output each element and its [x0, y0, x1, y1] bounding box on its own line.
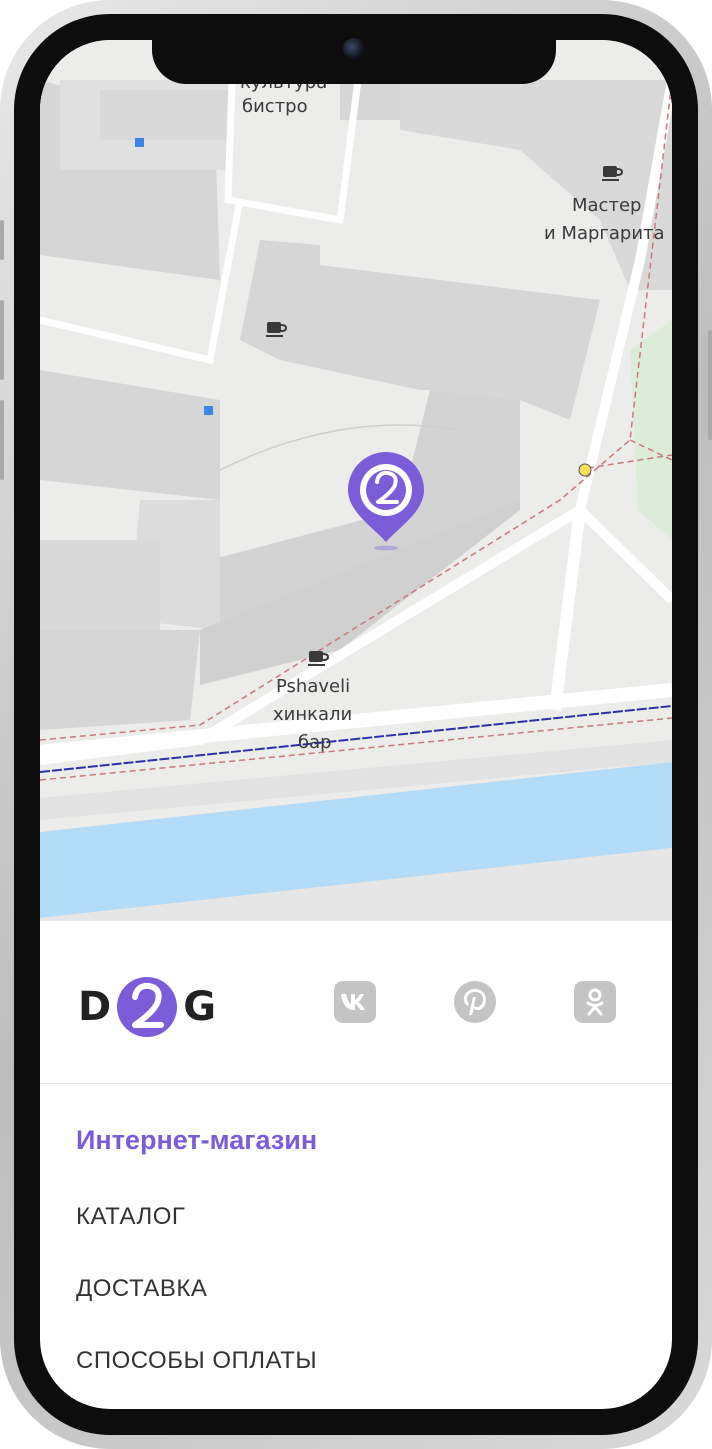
map-label-bar: бар: [298, 732, 332, 753]
screen: культура бистро Мастер и Маргарита Pshav…: [40, 40, 672, 1409]
map-label-margarita: и Маргарита: [544, 223, 665, 244]
map-label-khinkali: хинкали: [273, 704, 352, 725]
menu-title: Интернет-магазин: [76, 1125, 318, 1155]
odnoklassniki-icon: [586, 988, 604, 1016]
map-label-pshaveli: Pshaveli: [276, 676, 350, 697]
phone-side-button: [0, 220, 4, 260]
odnoklassniki-button[interactable]: [574, 981, 616, 1023]
logo-letter-d: D: [78, 984, 112, 1030]
map-canvas[interactable]: культура бистро Мастер и Маргарита Pshav…: [40, 40, 672, 921]
camera-icon: [343, 38, 365, 60]
building: [100, 90, 230, 140]
footer-brand-bar: D G: [40, 921, 672, 1084]
brand-logo[interactable]: D G: [78, 977, 216, 1037]
vk-button[interactable]: [334, 981, 376, 1023]
transit-marker: [204, 406, 213, 415]
phone-volume-down: [0, 400, 4, 480]
transit-marker: [135, 138, 144, 147]
building: [40, 540, 160, 630]
logo-mark-icon: [117, 977, 178, 1037]
phone-volume-up: [0, 300, 4, 380]
phone-power-button: [708, 330, 712, 440]
phone-notch: [152, 24, 556, 84]
pinterest-button[interactable]: [454, 981, 496, 1023]
menu-item-catalog[interactable]: КАТАЛОГ: [76, 1203, 185, 1231]
menu-item-delivery[interactable]: ДОСТАВКА: [76, 1275, 207, 1303]
menu-item-payment[interactable]: СПОСОБЫ ОПЛАТЫ: [76, 1347, 317, 1375]
map-label-master: Мастер: [572, 195, 641, 216]
map-label-bistro: бистро: [242, 96, 308, 117]
pinterest-icon: [464, 989, 486, 1015]
vk-icon: [341, 994, 365, 1010]
signal-marker: [578, 463, 592, 477]
map[interactable]: культура бистро Мастер и Маргарита Pshav…: [40, 40, 672, 921]
logo-letter-g: G: [183, 984, 217, 1030]
building: [40, 630, 200, 730]
